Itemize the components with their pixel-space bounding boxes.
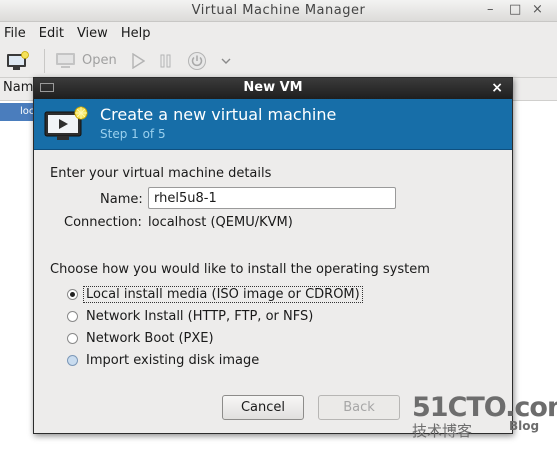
- radio-button[interactable]: [67, 355, 78, 366]
- radio-label: Local install media (ISO image or CDROM): [83, 286, 363, 303]
- install-heading: Choose how you would like to install the…: [50, 262, 430, 277]
- radio-local-install-media[interactable]: Local install media (ISO image or CDROM): [67, 286, 363, 303]
- radio-button[interactable]: [67, 333, 78, 344]
- new-vm-icon: [7, 50, 29, 70]
- banner-heading: Create a new virtual machine: [100, 105, 337, 124]
- radio-network-install[interactable]: Network Install (HTTP, FTP, or NFS): [67, 309, 313, 324]
- connection-label: Connection:: [64, 215, 142, 230]
- run-toolbar-button[interactable]: [131, 52, 145, 69]
- menu-view[interactable]: View: [77, 26, 108, 41]
- monitor-icon: [56, 52, 75, 68]
- radio-import-disk-image[interactable]: Import existing disk image: [67, 353, 259, 368]
- dialog-content: Enter your virtual machine details Name:…: [34, 150, 512, 433]
- new-vm-dialog: New VM × Create a new virtual machine St…: [33, 77, 513, 434]
- wizard-banner: Create a new virtual machine Step 1 of 5: [34, 99, 512, 150]
- shutdown-toolbar-button[interactable]: [187, 51, 207, 71]
- radio-label: Import existing disk image: [86, 353, 260, 368]
- pause-icon: [160, 54, 171, 67]
- new-vm-toolbar-button[interactable]: [6, 50, 30, 71]
- toolbar: Open: [0, 44, 557, 78]
- shutdown-menu-dropdown[interactable]: [221, 57, 231, 65]
- details-heading: Enter your virtual machine details: [50, 166, 272, 181]
- radio-label: Network Boot (PXE): [86, 331, 214, 346]
- open-toolbar-button[interactable]: Open: [55, 52, 117, 70]
- radio-network-boot[interactable]: Network Boot (PXE): [67, 331, 214, 346]
- menubar: File Edit View Help: [0, 22, 557, 44]
- new-vm-banner-icon: [44, 106, 88, 140]
- connection-value: localhost (QEMU/KVM): [148, 215, 293, 230]
- vmm-window-title: Virtual Machine Manager: [191, 3, 366, 18]
- dialog-title: New VM: [243, 80, 303, 95]
- play-icon: [132, 52, 145, 69]
- minimize-icon[interactable]: –: [487, 2, 494, 17]
- open-label: Open: [82, 53, 117, 68]
- banner-step: Step 1 of 5: [100, 127, 166, 141]
- toolbar-separator: [44, 48, 45, 73]
- radio-button[interactable]: [67, 289, 78, 300]
- close-icon[interactable]: ×: [532, 2, 543, 17]
- vmm-titlebar: Virtual Machine Manager – □ ×: [0, 0, 557, 22]
- dialog-close-icon[interactable]: ×: [491, 80, 503, 96]
- vm-name-input[interactable]: [148, 187, 396, 209]
- pause-toolbar-button[interactable]: [159, 53, 173, 69]
- menu-help[interactable]: Help: [121, 26, 151, 41]
- maximize-icon[interactable]: □: [509, 2, 521, 17]
- watermark-blog: Blog: [509, 419, 540, 433]
- menu-edit[interactable]: Edit: [39, 26, 64, 41]
- menu-file[interactable]: File: [4, 26, 26, 41]
- chevron-down-icon: [221, 58, 231, 64]
- name-label: Name:: [100, 192, 143, 207]
- cancel-button[interactable]: Cancel: [222, 395, 304, 420]
- dialog-titlebar: New VM ×: [34, 78, 512, 99]
- radio-button[interactable]: [67, 311, 78, 322]
- power-icon: [187, 51, 206, 70]
- radio-label: Network Install (HTTP, FTP, or NFS): [86, 309, 314, 324]
- back-button[interactable]: Back: [318, 395, 400, 420]
- watermark: 51CTO.com 技术博客 Blog: [412, 392, 557, 441]
